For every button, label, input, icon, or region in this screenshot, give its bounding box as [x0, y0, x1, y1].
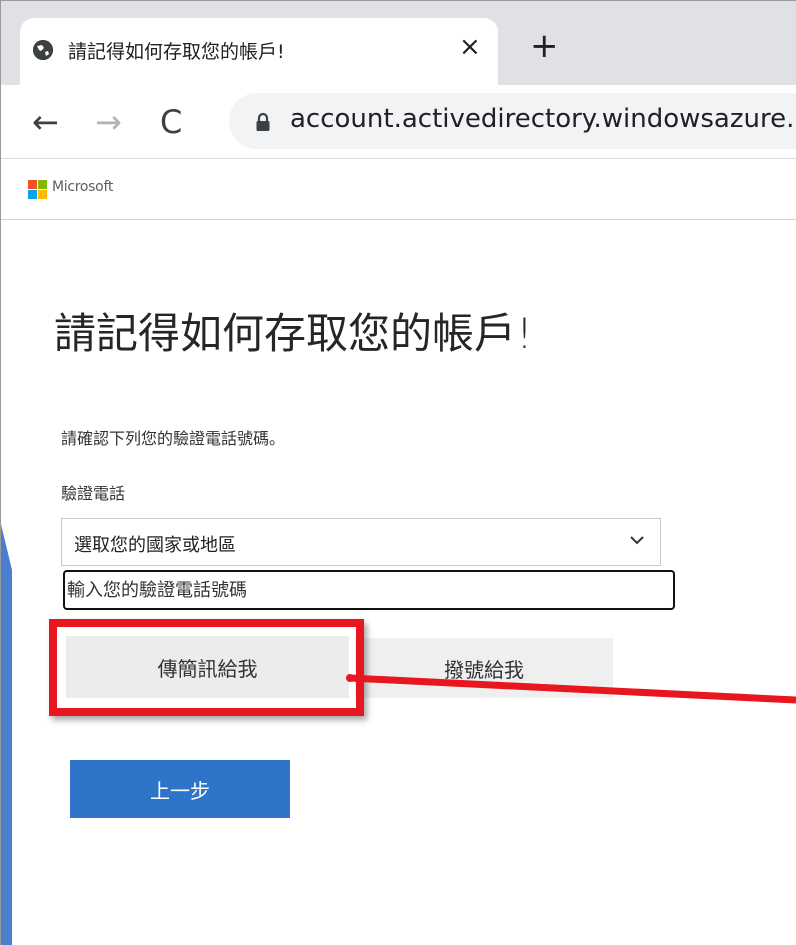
microsoft-brand-name: Microsoft [52, 179, 114, 195]
back-button[interactable]: 上一步 [70, 760, 290, 818]
instruction-text: 請確認下列您的驗證電話號碼。 [61, 429, 286, 448]
phone-number-input[interactable] [63, 570, 675, 610]
close-tab-icon[interactable]: × [459, 32, 481, 62]
tab-title: 請記得如何存取您的帳戶! [68, 41, 285, 63]
call-me-button[interactable]: 撥號給我 [355, 638, 613, 698]
page-header-bar [1, 159, 796, 219]
country-select[interactable]: 選取您的國家或地區 [61, 518, 661, 566]
new-tab-button[interactable]: + [530, 28, 559, 64]
globe-icon [33, 40, 53, 60]
country-select-value: 選取您的國家或地區 [74, 535, 236, 556]
window-left-border [0, 0, 1, 945]
forward-arrow-icon[interactable]: → [95, 102, 122, 142]
header-divider [1, 219, 796, 220]
page-title: 請記得如何存取您的帳戶! [54, 309, 533, 358]
verification-phone-label: 驗證電話 [61, 484, 126, 503]
microsoft-logo-icon [28, 180, 48, 200]
back-arrow-icon[interactable]: ← [32, 102, 59, 142]
decorative-blue-edge [0, 520, 12, 945]
lock-icon[interactable] [255, 112, 271, 136]
highlight-annotation-box [49, 619, 364, 716]
url-text[interactable]: account.activedirectory.windowsazure. [290, 104, 794, 134]
chevron-down-icon [626, 529, 648, 555]
reload-icon[interactable]: C [160, 102, 182, 142]
